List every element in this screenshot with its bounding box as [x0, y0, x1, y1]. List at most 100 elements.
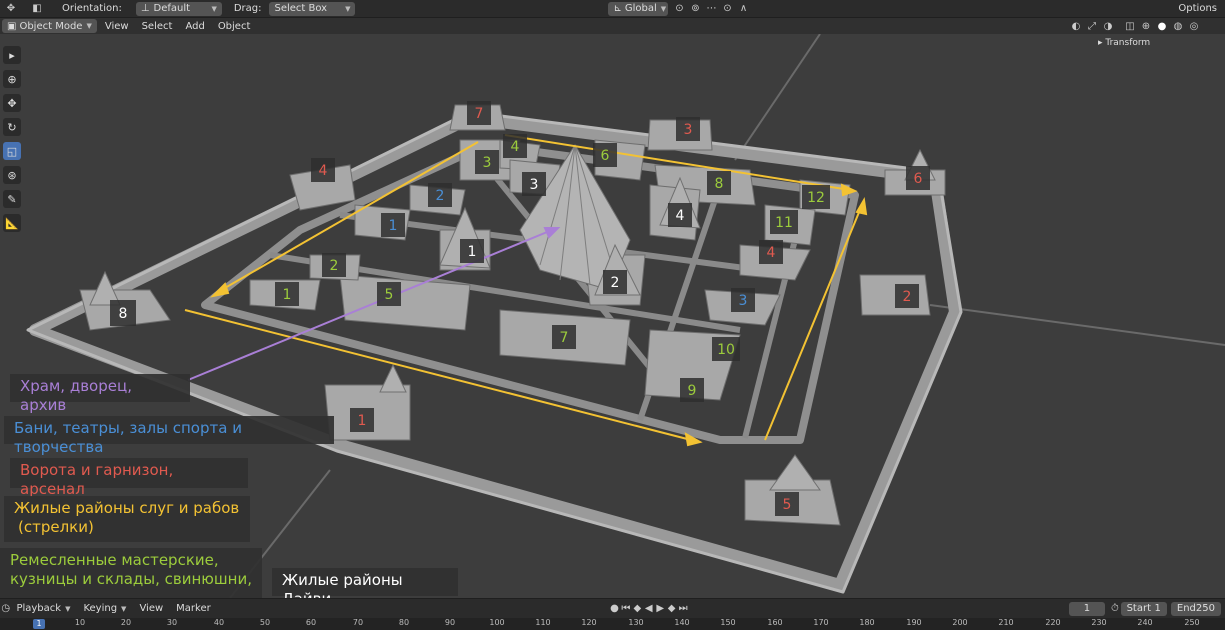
building-label: 4 — [767, 245, 776, 261]
play-icon[interactable]: ▶ — [655, 602, 666, 616]
wireframe-shading-icon[interactable]: ⊕ — [1138, 19, 1154, 33]
timeline-ruler[interactable]: 1 10 20 30 40 50 60 70 80 90 100 110 120… — [0, 618, 1225, 630]
drag-label: Drag: — [233, 3, 262, 14]
record-icon[interactable]: ● — [609, 602, 620, 616]
building — [339, 274, 471, 331]
frame-tick: 30 — [166, 618, 178, 627]
building-label: 2 — [436, 188, 445, 204]
falloff-icon[interactable]: ∧ — [735, 2, 751, 16]
frame-tick: 150 — [720, 618, 736, 627]
legend-baths: Бани, театры, залы спорта и творчества — [4, 416, 334, 456]
drag-dropdown[interactable]: Select Box ▼ — [269, 1, 356, 16]
frame-tick: 80 — [398, 618, 410, 627]
visibility-icon[interactable]: ◐ — [1068, 19, 1084, 33]
measure-tool-icon[interactable]: 📐 — [3, 214, 21, 232]
tool-shelf: ▸ ⊕ ✥ ↻ ◱ ⊛ ✎ 📐 — [3, 46, 21, 238]
rendered-shading-icon[interactable]: ◎ — [1186, 19, 1202, 33]
orientation-icon: ⊥ — [140, 3, 150, 14]
axis-line — [929, 304, 1225, 346]
next-keyframe-icon[interactable]: ◆ — [666, 602, 677, 616]
view-menu[interactable]: View — [134, 602, 168, 616]
keying-label: Keying — [83, 603, 118, 614]
proportional-edit-icon[interactable]: ⊙ — [719, 2, 735, 16]
menu-object[interactable]: Object — [213, 19, 256, 33]
frame-tick: 130 — [628, 618, 644, 627]
building-label: 4 — [676, 208, 685, 224]
chevron-down-icon: ▼ — [65, 604, 71, 613]
temple-arrow — [187, 227, 561, 381]
frame-tick: 50 — [259, 618, 271, 627]
xray-icon[interactable]: ◫ — [1122, 19, 1138, 33]
end-value: 250 — [1195, 603, 1215, 614]
frame-tick: 160 — [767, 618, 783, 627]
building-label: 7 — [475, 106, 484, 122]
frame-tick: 40 — [213, 618, 225, 627]
mode-dropdown[interactable]: ▣ Object Mode ▼ — [2, 19, 97, 33]
chevron-down-icon: ▼ — [86, 22, 92, 30]
overlay-icon[interactable]: ◑ — [1100, 19, 1116, 33]
scale-tool-icon[interactable]: ◱ — [3, 142, 21, 160]
rotate-tool-icon[interactable]: ↻ — [3, 118, 21, 136]
legend-crafts-line1: Ремесленные мастерские, — [10, 551, 219, 569]
snap-target-icon[interactable]: ⋯ — [703, 2, 719, 16]
jump-end-icon[interactable]: ⏭ — [677, 602, 688, 616]
jump-start-icon[interactable]: ⏮ — [620, 602, 631, 616]
start-frame-field[interactable]: Start 1 — [1120, 601, 1167, 616]
material-shading-icon[interactable]: ◍ — [1170, 19, 1186, 33]
transform-orientation-dropdown[interactable]: ⊾ Global ▼ — [608, 1, 669, 16]
active-tool-icon[interactable]: ◧ — [29, 2, 45, 16]
drag-value: Select Box — [274, 3, 328, 14]
menu-add[interactable]: Add — [180, 19, 209, 33]
frame-tick: 110 — [535, 618, 551, 627]
current-frame-marker[interactable]: 1 — [33, 619, 45, 629]
keying-menu[interactable]: Keying ▼ — [78, 602, 131, 616]
transform-orientation-value: Global — [624, 3, 657, 14]
stopwatch-icon[interactable]: ⏱ — [1109, 602, 1120, 616]
orientation-value: Default — [153, 3, 191, 14]
frame-tick: 250 — [1184, 618, 1200, 627]
move-tool-icon[interactable]: ✥ — [3, 94, 21, 112]
legend-gates: Ворота и гарнизон, арсенал — [10, 458, 248, 498]
frame-tick: 60 — [305, 618, 317, 627]
chevron-down-icon: ▼ — [345, 4, 351, 13]
solid-shading-icon[interactable]: ● — [1154, 19, 1170, 33]
global-axes-icon: ⊾ — [613, 3, 622, 14]
timeline-editor-icon[interactable]: ◷ — [0, 602, 11, 616]
pivot-point-icon[interactable]: ⊙ — [671, 2, 687, 16]
editor-type-icon[interactable]: ✥ — [3, 2, 19, 16]
cursor-tool-icon[interactable]: ⊕ — [3, 70, 21, 88]
prev-keyframe-icon[interactable]: ◆ — [632, 602, 643, 616]
arrowhead — [855, 197, 868, 216]
gizmo-icon[interactable]: ⤢ — [1084, 19, 1100, 33]
menu-view[interactable]: View — [100, 19, 134, 33]
transform-tool-icon[interactable]: ⊛ — [3, 166, 21, 184]
options-button[interactable]: Options — [1173, 2, 1222, 16]
start-value: 1 — [1154, 603, 1161, 614]
building-label: 1 — [358, 413, 367, 429]
npanel-transform-tab[interactable]: ▸ Transform — [1098, 38, 1150, 48]
building-label: 3 — [739, 293, 748, 309]
snap-icon[interactable]: ⊚ — [687, 2, 703, 16]
frame-tick: 20 — [120, 618, 132, 627]
select-box-tool-icon[interactable]: ▸ — [3, 46, 21, 64]
end-frame-field[interactable]: End 250 — [1170, 601, 1221, 616]
viewport-header: ▣ Object Mode ▼ View Select Add Object — [0, 18, 1225, 34]
frame-tick: 70 — [352, 618, 364, 627]
mode-value: Object Mode — [19, 20, 83, 32]
building-label: 1 — [389, 218, 398, 234]
3d-viewport[interactable]: 7 3 4 6 2 4 1 5 3 4 6 8 12 11 2 1 5 7 10… — [0, 34, 1225, 598]
building-label: 5 — [783, 497, 792, 513]
annotate-tool-icon[interactable]: ✎ — [3, 190, 21, 208]
orientation-dropdown[interactable]: ⊥ Default ▼ — [135, 1, 222, 16]
building-label: 2 — [330, 258, 339, 274]
playback-menu[interactable]: Playback ▼ — [11, 602, 75, 616]
transform-tab-label: Transform — [1105, 38, 1151, 48]
building-label: 2 — [611, 275, 620, 291]
expand-arrow-icon: ▸ — [1098, 38, 1103, 48]
frame-tick: 120 — [581, 618, 597, 627]
menu-select[interactable]: Select — [137, 19, 178, 33]
marker-menu[interactable]: Marker — [171, 602, 216, 616]
current-frame-field[interactable]: 1 — [1068, 601, 1106, 616]
play-reverse-icon[interactable]: ◀ — [643, 602, 654, 616]
axis-line — [734, 34, 821, 161]
